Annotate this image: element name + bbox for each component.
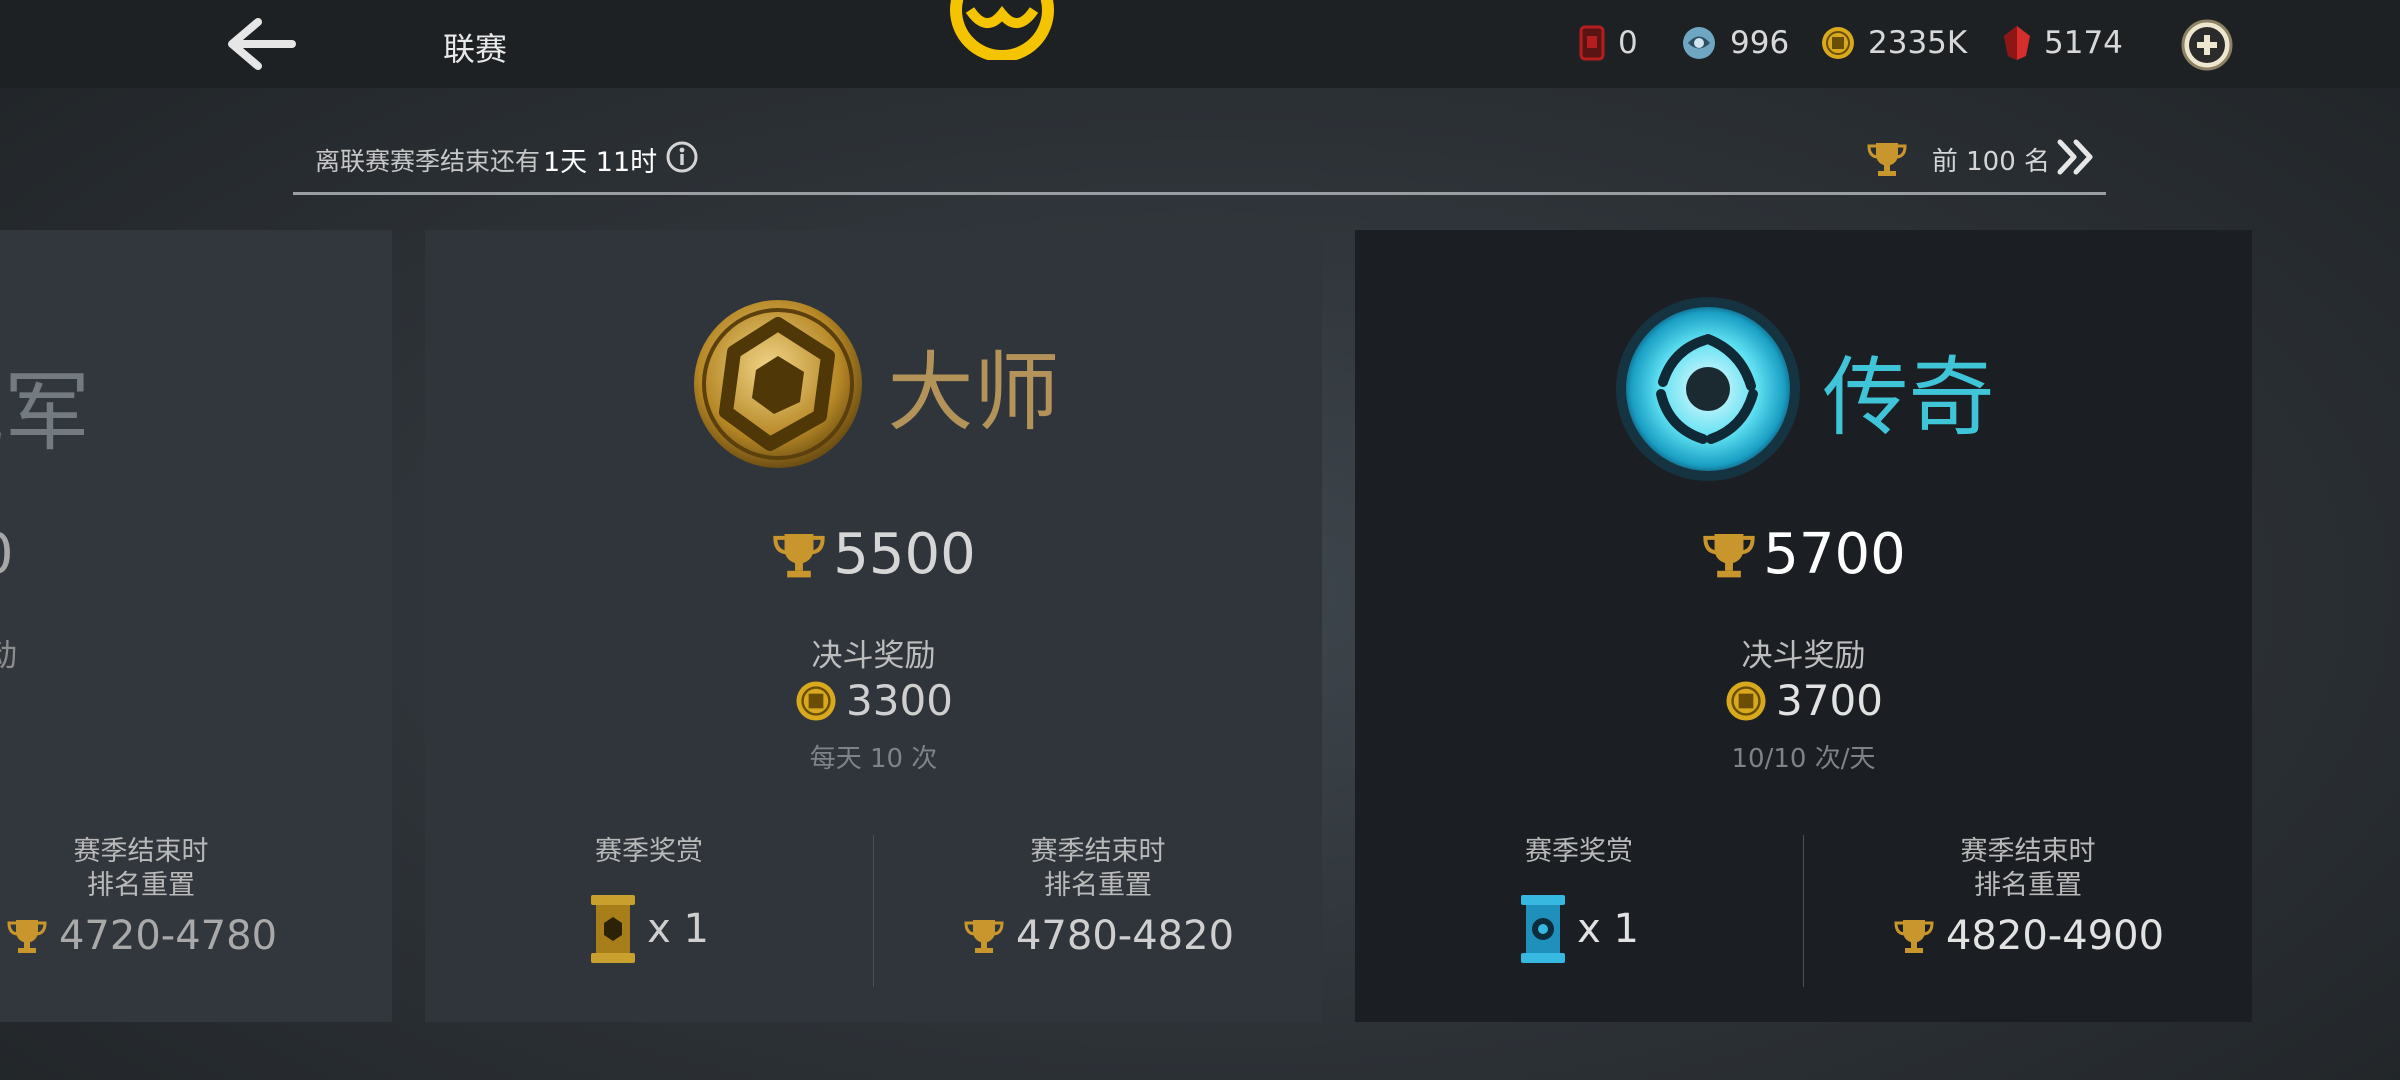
rank-reset-column: 赛季结束时 排名重置 4720-4780: [0, 835, 306, 959]
double-chevron-right-icon[interactable]: [2054, 138, 2098, 176]
league-card-legend[interactable]: 传奇 5700 决斗奖励 3700 10/10 次/天 赛季奖赏 x 1 赛季结…: [1355, 230, 2252, 1022]
resource-coins[interactable]: 2335K: [1820, 18, 1967, 68]
legend-badge-icon: [1615, 297, 1800, 481]
red-ticket-icon: [1579, 25, 1605, 61]
reset-range-value: 4780-4820: [1015, 913, 1235, 959]
reset-range: 4820-4900: [1804, 913, 2252, 959]
reset-label-line1: 赛季结束时: [1960, 836, 2096, 867]
top-100-label: 前 100 名: [1931, 146, 2050, 177]
gold-coin-icon: [1726, 680, 1766, 721]
duel-coins: 3300: [846, 676, 953, 725]
trophy-value-partial: 0: [0, 522, 14, 587]
reset-label-line1: 赛季结束时: [73, 836, 209, 867]
trophy-value: 5500: [833, 522, 976, 587]
reset-range: 4780-4820: [874, 913, 1322, 959]
league-card-master[interactable]: 大师 5500 决斗奖励 3300 每天 10 次 赛季奖赏 x 1 赛季结束时…: [425, 230, 1322, 1022]
resource-gems[interactable]: 5174: [2002, 18, 2123, 68]
trophy-requirement: 5500: [425, 522, 1322, 587]
gold-coin-icon: [1822, 27, 1854, 59]
blue-orb-icon: [1683, 27, 1715, 59]
duel-label-partial: 动: [0, 638, 17, 674]
reset-range: 4720-4780: [0, 913, 306, 959]
reset-label-line2: 排名重置: [87, 870, 195, 901]
season-reward-label: 赛季奖赏: [1525, 836, 1633, 867]
rank-reset-column: 赛季结束时 排名重置 4820-4900: [1804, 835, 2252, 959]
trophy-icon: [1894, 920, 1934, 953]
trophy-requirement: 5700: [1355, 522, 2252, 587]
trophy-icon: [964, 920, 1004, 953]
master-badge-icon: [693, 300, 862, 468]
red-gem-icon: [2004, 26, 2030, 60]
duel-coins: 3700: [1776, 676, 1883, 725]
league-logo-icon: [950, 0, 1054, 60]
reset-label-line1: 赛季结束时: [1030, 836, 1166, 867]
back-arrow-icon[interactable]: [222, 16, 296, 72]
trophy-value: 5700: [1763, 522, 1906, 587]
top-100-link[interactable]: 前 100 名: [1866, 140, 2050, 178]
resource-orbs[interactable]: 996: [1680, 18, 1789, 68]
season-reward-label: 赛季奖赏: [595, 836, 703, 867]
reset-label-line2: 排名重置: [1044, 870, 1152, 901]
orbs-count: 996: [1730, 25, 1790, 61]
info-icon[interactable]: [665, 140, 699, 174]
season-end-label: 离联赛赛季结束还有: [315, 147, 541, 176]
resource-tickets[interactable]: 0: [1578, 18, 1638, 68]
gems-count: 5174: [2044, 25, 2123, 61]
gold-scroll-icon[interactable]: [589, 893, 637, 965]
reset-label-line2: 排名重置: [1974, 870, 2082, 901]
tier-header: 大师: [425, 294, 1322, 474]
coins-count: 2335K: [1868, 25, 1968, 61]
tier-name: 冠军: [0, 363, 90, 463]
trophy-icon: [1867, 143, 1907, 176]
season-reward-qty: x 1: [1577, 906, 1639, 952]
daily-limit: 10/10 次/天: [1731, 744, 1876, 774]
rank-reset-column: 赛季结束时 排名重置 4780-4820: [874, 835, 1322, 959]
trophy-icon: [773, 533, 825, 577]
page-title: 联赛: [443, 30, 508, 68]
league-card-champion[interactable]: 冠军 0 动 赛季结束时 排名重置 4720-4780: [0, 230, 392, 1022]
season-reward: x 1: [425, 893, 873, 965]
tier-header: 传奇: [1355, 294, 2252, 484]
trophy-icon: [7, 920, 47, 953]
season-end-time: 1天 11时: [543, 147, 658, 178]
reset-range-value: 4720-4780: [58, 913, 278, 959]
season-reward-column: 赛季奖赏 x 1: [425, 835, 873, 965]
season-reward-qty: x 1: [647, 906, 709, 952]
gold-coin-icon: [796, 680, 836, 721]
add-currency-button[interactable]: [2180, 18, 2234, 72]
season-reward-column: 赛季奖赏 x 1: [1355, 835, 1803, 965]
tier-name: 传奇: [1822, 347, 1995, 448]
top-bar: 联赛 0 996 2335K 5174: [0, 0, 2400, 88]
duel-reward-label: 决斗奖励: [811, 638, 936, 674]
tier-name: 大师: [887, 342, 1060, 443]
blue-scroll-icon[interactable]: [1519, 893, 1567, 965]
tickets-count: 0: [1618, 25, 1638, 61]
duel-reward: 3700: [1355, 676, 2252, 725]
duel-reward-label: 决斗奖励: [1741, 638, 1866, 674]
daily-limit: 每天 10 次: [809, 744, 938, 774]
reset-range-value: 4820-4900: [1945, 913, 2165, 959]
duel-reward: 3300: [425, 676, 1322, 725]
season-bar: 离联赛赛季结束还有 1天 11时 前 100 名: [293, 128, 2106, 195]
season-reward: x 1: [1355, 893, 1803, 965]
trophy-icon: [1703, 533, 1755, 577]
